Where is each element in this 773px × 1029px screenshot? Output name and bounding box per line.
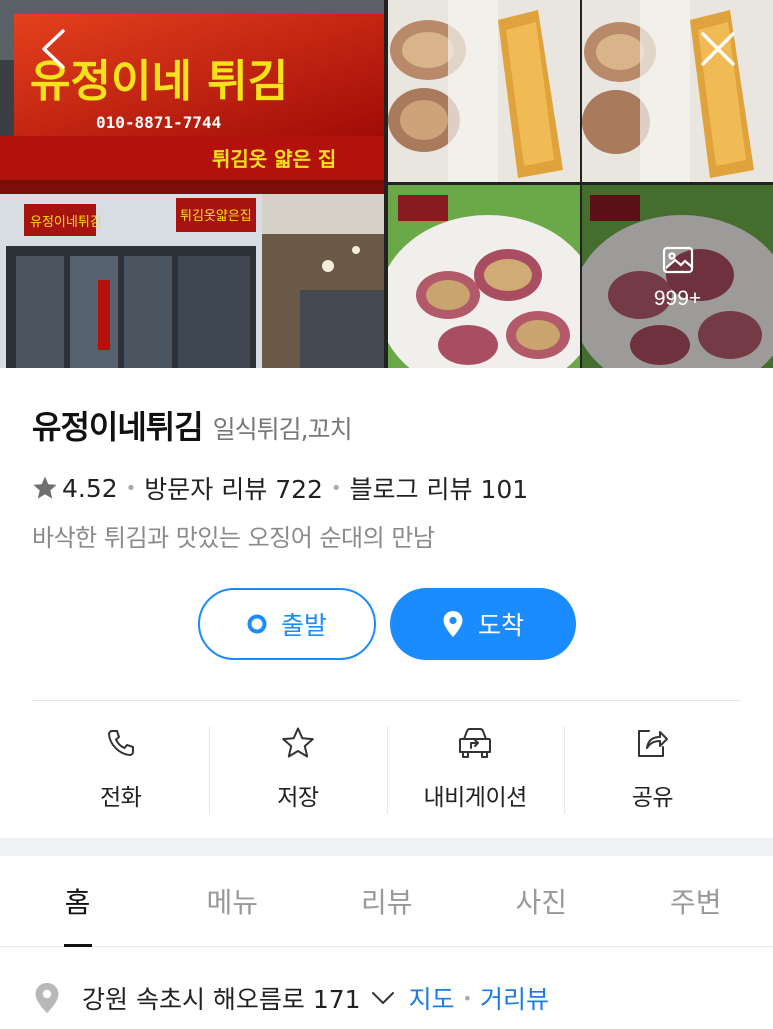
place-category: 일식튀김,꼬치: [212, 415, 353, 444]
tab-menu[interactable]: 메뉴: [155, 856, 310, 946]
chevron-down-icon[interactable]: [371, 991, 395, 1005]
photo-count: 999+: [653, 286, 702, 310]
star-filled-icon: [33, 476, 57, 499]
food-photo-2[interactable]: [582, 0, 773, 182]
close-icon: [700, 31, 736, 71]
chevron-left-icon: [39, 28, 67, 74]
food-photo-3[interactable]: [388, 185, 580, 368]
share-action[interactable]: 공유: [563, 724, 741, 816]
svg-text:010-8871-7744: 010-8871-7744: [96, 113, 221, 132]
depart-label: 출발: [280, 611, 327, 640]
tab-nearby[interactable]: 주변: [619, 856, 773, 946]
arrive-button[interactable]: 도착: [390, 588, 576, 660]
separator-dot: •: [330, 477, 342, 499]
image-stack-icon: [661, 243, 695, 281]
photo-gallery[interactable]: 유정이네 튀김 010-8871-7744 튀김옷 얇은 집 유정이네튀김 튀김…: [0, 0, 773, 368]
share-icon: [635, 724, 669, 762]
svg-text:튀김옷 얇은 집: 튀김옷 얇은 집: [212, 147, 336, 171]
close-button[interactable]: [693, 26, 743, 76]
save-action[interactable]: 저장: [209, 724, 386, 816]
navigation-action[interactable]: 내비게이션: [386, 724, 564, 816]
separator-dot: •: [125, 477, 137, 499]
star-outline-icon: [281, 724, 315, 762]
section-separator: [0, 838, 773, 856]
phone-icon: [106, 724, 136, 762]
route-buttons: 출발 도착: [198, 588, 576, 660]
map-link[interactable]: 지도: [409, 980, 455, 1016]
review-stats: 4.52 • 방문자 리뷰 722 • 블로그 리뷰 101: [32, 470, 528, 506]
call-action[interactable]: 전화: [32, 724, 209, 816]
arrive-label: 도착: [477, 611, 524, 640]
visitor-reviews-link[interactable]: 방문자 리뷰 722: [144, 470, 323, 506]
car-navigation-icon: [456, 724, 494, 762]
action-bar: 전화 저장 내비게이션 공유: [32, 724, 741, 816]
address-row: 강원 속초시 해오름로 171 지도 • 거리뷰: [34, 980, 549, 1016]
tab-home[interactable]: 홈: [0, 856, 155, 947]
divider: [32, 700, 741, 701]
depart-button[interactable]: 출발: [198, 588, 376, 660]
map-pin-icon: [34, 982, 60, 1014]
food-photo-1[interactable]: [388, 0, 580, 182]
place-name: 유정이네튀김: [32, 408, 204, 446]
rating-value: 4.52: [62, 473, 118, 503]
tab-bar: 홈 메뉴 리뷰 사진 주변: [0, 856, 773, 947]
blog-reviews-link[interactable]: 블로그 리뷰 101: [350, 470, 529, 506]
call-label: 전화: [99, 785, 142, 811]
svg-text:튀김옷얇은집: 튀김옷얇은집: [180, 209, 252, 224]
more-photos-overlay[interactable]: 999+: [582, 185, 773, 368]
location-pin-icon: [442, 610, 464, 638]
place-description: 바삭한 튀김과 맛있는 오징어 순대의 만남: [32, 524, 435, 552]
svg-text:유정이네튀김: 유정이네튀김: [30, 215, 102, 230]
title-row: 유정이네튀김 일식튀김,꼬치: [32, 402, 353, 448]
address-text: 강원 속초시 해오름로 171: [82, 985, 361, 1014]
back-button[interactable]: [28, 26, 78, 76]
separator-dot: •: [462, 988, 473, 1008]
share-label: 공유: [631, 785, 674, 811]
save-label: 저장: [277, 785, 319, 811]
navigation-label: 내비게이션: [423, 785, 527, 811]
tab-reviews[interactable]: 리뷰: [310, 856, 465, 946]
street-view-link[interactable]: 거리뷰: [480, 980, 549, 1016]
tab-photos[interactable]: 사진: [464, 856, 619, 946]
origin-dot-icon: [247, 614, 267, 634]
